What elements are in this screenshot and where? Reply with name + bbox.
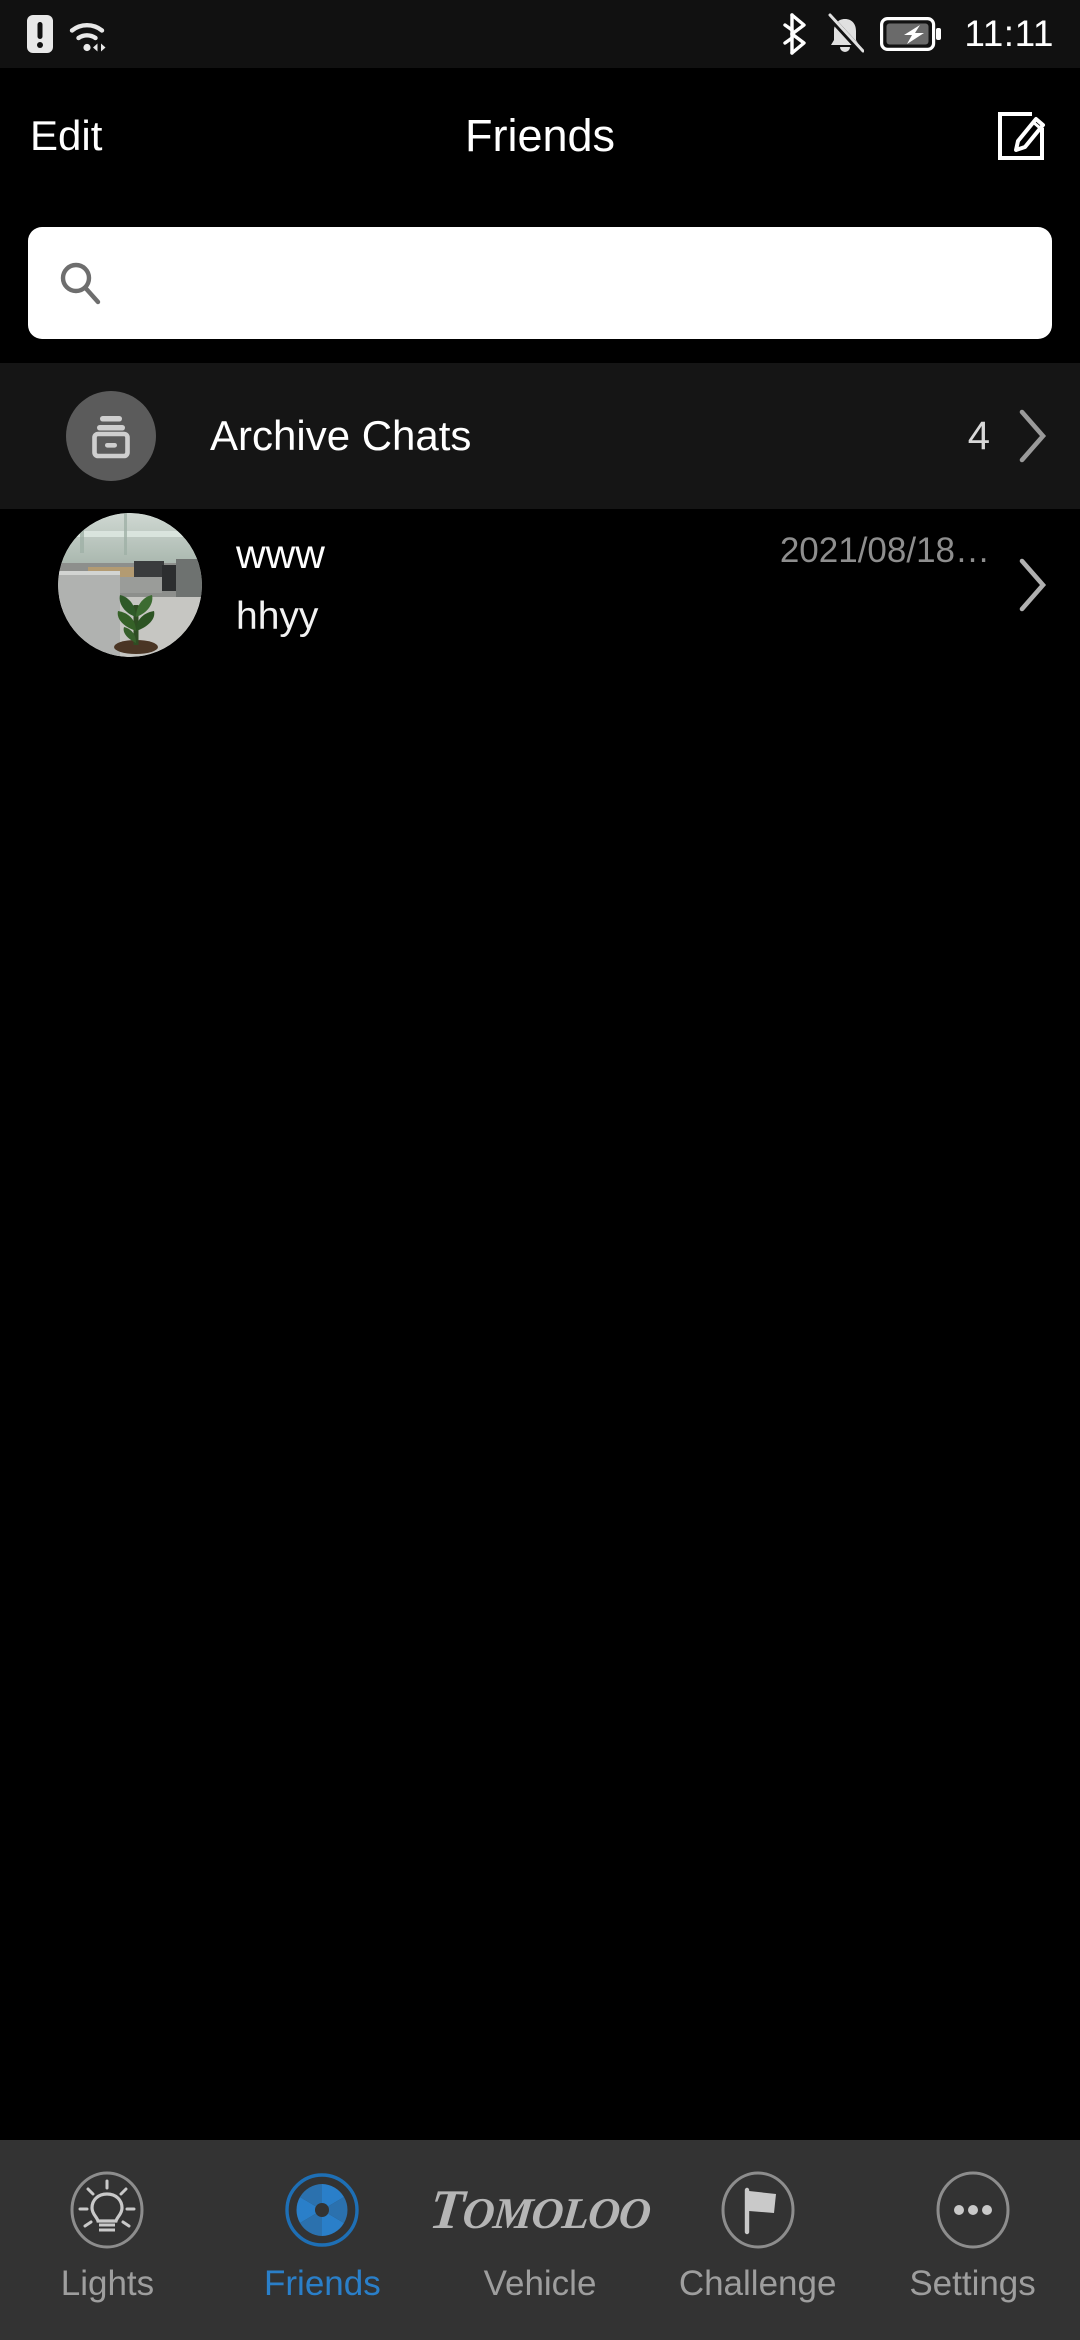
tomoloo-logo: TOMOLOO: [427, 2168, 653, 2252]
status-bar-right: 11:11: [782, 13, 1054, 55]
list-item[interactable]: www hhyy 2021/08/18…: [0, 509, 1080, 661]
office-photo-avatar: [58, 513, 202, 657]
tab-label: Settings: [909, 2264, 1036, 2303]
tab-label: Friends: [264, 2264, 381, 2303]
list-empty-area: [0, 661, 1080, 2140]
archive-chats-row[interactable]: Archive Chats 4: [0, 363, 1080, 509]
logo-rest: OMOLOO: [460, 2189, 653, 2238]
bell-muted-icon: [826, 13, 865, 55]
archive-box-icon: [92, 416, 130, 459]
chevron-right-icon: [1019, 558, 1047, 612]
sim-alert-icon: [27, 15, 53, 53]
search-input[interactable]: [124, 261, 1024, 305]
app-screen: 11:11 Edit Friends Archive Chats 4 www h…: [0, 0, 1080, 2340]
friend-name: www: [236, 531, 325, 577]
compose-pencil-icon[interactable]: [992, 108, 1048, 164]
status-bar-left: [26, 14, 114, 54]
friend-message: hhyy: [236, 595, 319, 638]
flag-icon: [716, 2168, 800, 2252]
search-icon: [60, 262, 101, 305]
friend-timestamp: 2021/08/18…: [779, 531, 990, 570]
page-header: Edit Friends: [0, 68, 1080, 203]
chevron-right-icon: [1019, 409, 1047, 463]
tab-settings[interactable]: Settings: [865, 2168, 1080, 2301]
list-item-texts: www hhyy: [236, 531, 325, 638]
tab-challenge[interactable]: Challenge: [650, 2168, 865, 2301]
tab-vehicle[interactable]: TOMOLOO Vehicle: [427, 2168, 653, 2303]
archive-chats-count: 4: [967, 413, 990, 458]
archive-chats-label: Archive Chats: [210, 412, 472, 459]
search-section: [0, 203, 1080, 363]
tab-label: Challenge: [678, 2264, 837, 2303]
search-bar[interactable]: [28, 227, 1052, 339]
bottom-tab-bar: Lights Friends TOMOLOO Vehicle Challenge…: [0, 2140, 1080, 2340]
avatar: [66, 391, 156, 481]
tab-lights[interactable]: Lights: [0, 2168, 215, 2301]
tab-label: Vehicle: [483, 2264, 597, 2303]
avatar: [58, 513, 202, 657]
status-bar: 11:11: [0, 0, 1080, 68]
tab-friends[interactable]: Friends: [215, 2168, 430, 2301]
ellipsis-icon: [931, 2168, 1015, 2252]
lightbulb-icon: [65, 2168, 149, 2252]
wifi-icon: [69, 23, 106, 52]
tab-label: Lights: [60, 2264, 155, 2303]
bluetooth-icon: [783, 13, 807, 55]
page-title: Friends: [464, 110, 616, 161]
battery-charging-icon: [880, 17, 942, 51]
status-bar-clock: 11:11: [964, 13, 1054, 54]
aperture-icon: [280, 2168, 364, 2252]
